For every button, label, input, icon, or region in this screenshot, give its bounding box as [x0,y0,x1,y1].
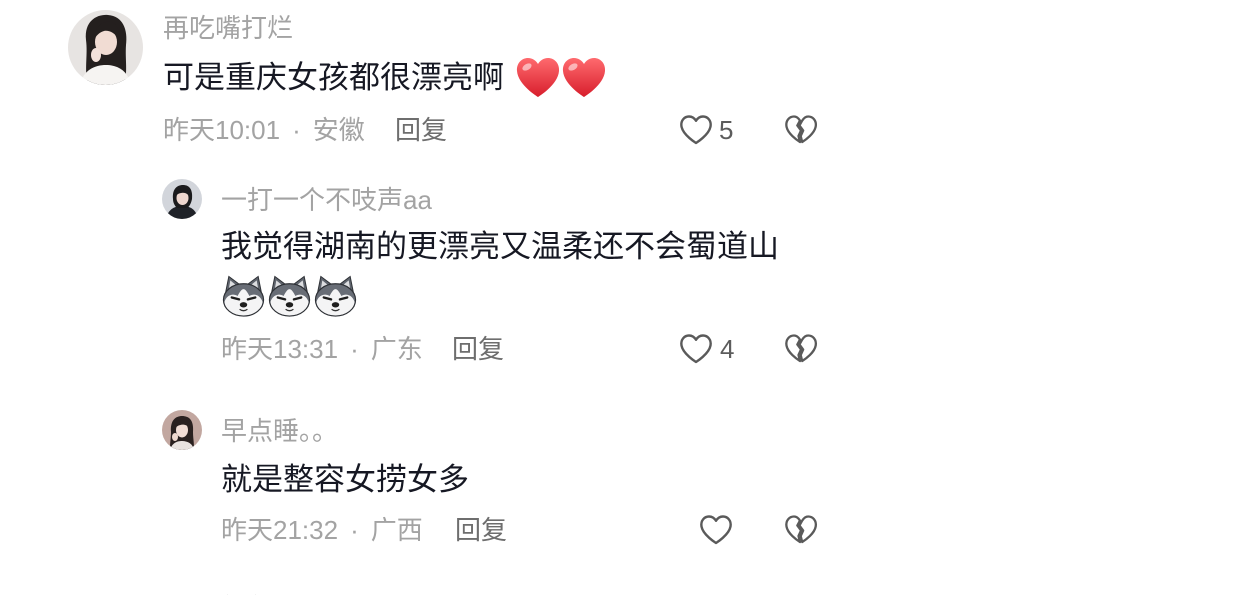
heart-outline-icon[interactable] [699,514,733,546]
comment-body: 可是重庆女孩都很漂亮啊 [163,56,607,100]
red-heart-emoji [561,56,607,100]
like-count: 5 [719,115,734,145]
reply-text: 我觉得湖南的更漂亮又温柔还不会蜀道山 [221,229,779,264]
meta-separator: · [350,515,359,545]
husky-emoji [313,274,358,318]
reply-button[interactable]: 回复 [395,115,447,145]
reply-username[interactable]: 早点睡。。 [221,416,338,446]
red-heart-emoji [515,56,561,100]
like-count: 4 [720,334,735,364]
reply-time: 昨天21:32 [221,515,339,545]
replier-avatar[interactable] [162,179,202,219]
reply-meta: 昨天13:31 · 广东 [221,334,423,364]
reply-time: 昨天13:31 [221,334,339,364]
reply-meta: 昨天21:32 · 广西 [221,515,423,545]
reply-text: 就是整容女捞女多 [221,462,469,497]
meta-separator: · [350,334,359,364]
reply-location: 广东 [370,334,423,364]
broken-heart-icon[interactable] [784,514,818,546]
comment-meta: 昨天10:01 · 安徽 [163,115,365,145]
next-reply-partial [221,588,277,595]
reply-emojis [221,274,358,318]
heart-outline-icon[interactable] [679,333,713,365]
husky-emoji [267,274,312,318]
comment-emojis [515,56,607,100]
reply-button[interactable]: 回复 [452,334,504,364]
reply-button[interactable]: 回复 [455,515,507,545]
replier-avatar[interactable] [162,410,202,450]
reply-username[interactable]: 一打一个不吱声aa [221,185,432,215]
reply-location: 广西 [370,515,423,545]
broken-heart-icon[interactable] [784,333,818,365]
comment-text: 可是重庆女孩都很漂亮啊 [163,60,504,95]
heart-outline-icon[interactable] [679,114,713,146]
husky-emoji [221,274,266,318]
comment-time: 昨天10:01 [163,115,281,145]
meta-separator: · [292,115,301,145]
broken-heart-icon[interactable] [784,114,818,146]
commenter-avatar[interactable] [68,10,143,85]
comment-location: 安徽 [312,115,365,145]
comment-username[interactable]: 再吃嘴打烂 [163,13,293,43]
